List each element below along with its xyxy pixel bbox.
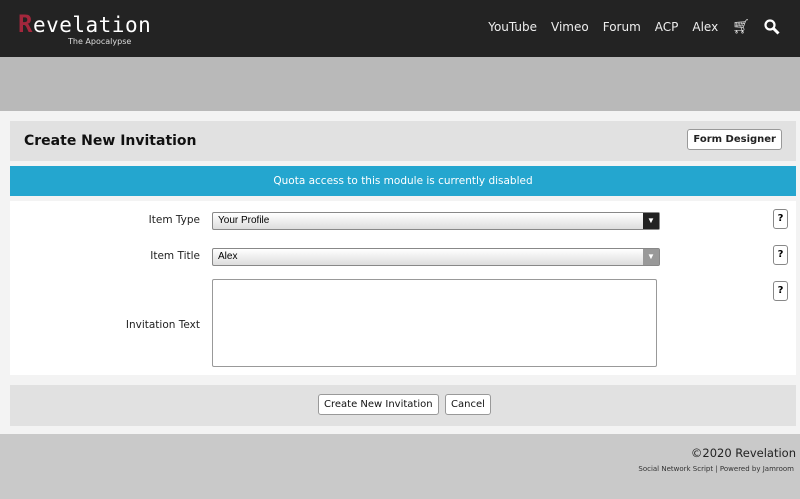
banner-band [0,57,800,111]
quota-notice: Quota access to this module is currently… [10,166,796,196]
site-header: Revelation The Apocalypse YouTube Vimeo … [0,0,800,57]
footer-credits[interactable]: Social Network Script | Powered by Jamro… [638,465,794,473]
item-type-label: Item Type [149,214,200,226]
copyright: ©2020 Revelation [691,446,796,460]
page-title: Create New Invitation [24,133,197,149]
title-bar: Create New Invitation Form Designer [10,121,796,161]
item-title-label: Item Title [150,250,200,262]
item-title-select[interactable]: Alex ▼ [212,248,660,266]
nav-user[interactable]: Alex [692,20,718,34]
cancel-button[interactable]: Cancel [445,394,491,415]
item-title-help-button[interactable]: ? [773,245,788,265]
chevron-down-icon: ▼ [643,213,659,229]
form-designer-button[interactable]: Form Designer [687,129,782,150]
invitation-form: Item Type Your Profile ▼ ? Item Title Ale… [10,201,796,375]
nav-forum[interactable]: Forum [603,20,641,34]
logo[interactable]: Revelation [18,10,151,38]
item-type-select[interactable]: Your Profile ▼ [212,212,660,230]
create-invitation-button[interactable]: Create New Invitation [318,394,439,415]
logo-initial: R [18,10,33,38]
item-type-value: Your Profile [218,215,269,226]
main-nav: YouTube Vimeo Forum ACP Alex 🛒︎ [488,19,780,35]
invitation-text-label: Invitation Text [126,319,200,331]
nav-vimeo[interactable]: Vimeo [551,20,589,34]
cart-icon[interactable]: 🛒︎ [732,19,750,35]
search-icon[interactable] [764,19,780,35]
main-content: Create New Invitation Form Designer Quot… [0,111,800,434]
form-actions: Create New Invitation Cancel [10,385,796,426]
nav-youtube[interactable]: YouTube [488,20,537,34]
tagline: The Apocalypse [68,37,131,46]
logo-text: evelation [33,13,151,37]
invitation-text-help-button[interactable]: ? [773,281,788,301]
chevron-down-icon: ▼ [643,249,659,265]
item-type-help-button[interactable]: ? [773,209,788,229]
invitation-text-input[interactable] [212,279,657,367]
item-title-value: Alex [218,251,237,262]
nav-acp[interactable]: ACP [655,20,679,34]
